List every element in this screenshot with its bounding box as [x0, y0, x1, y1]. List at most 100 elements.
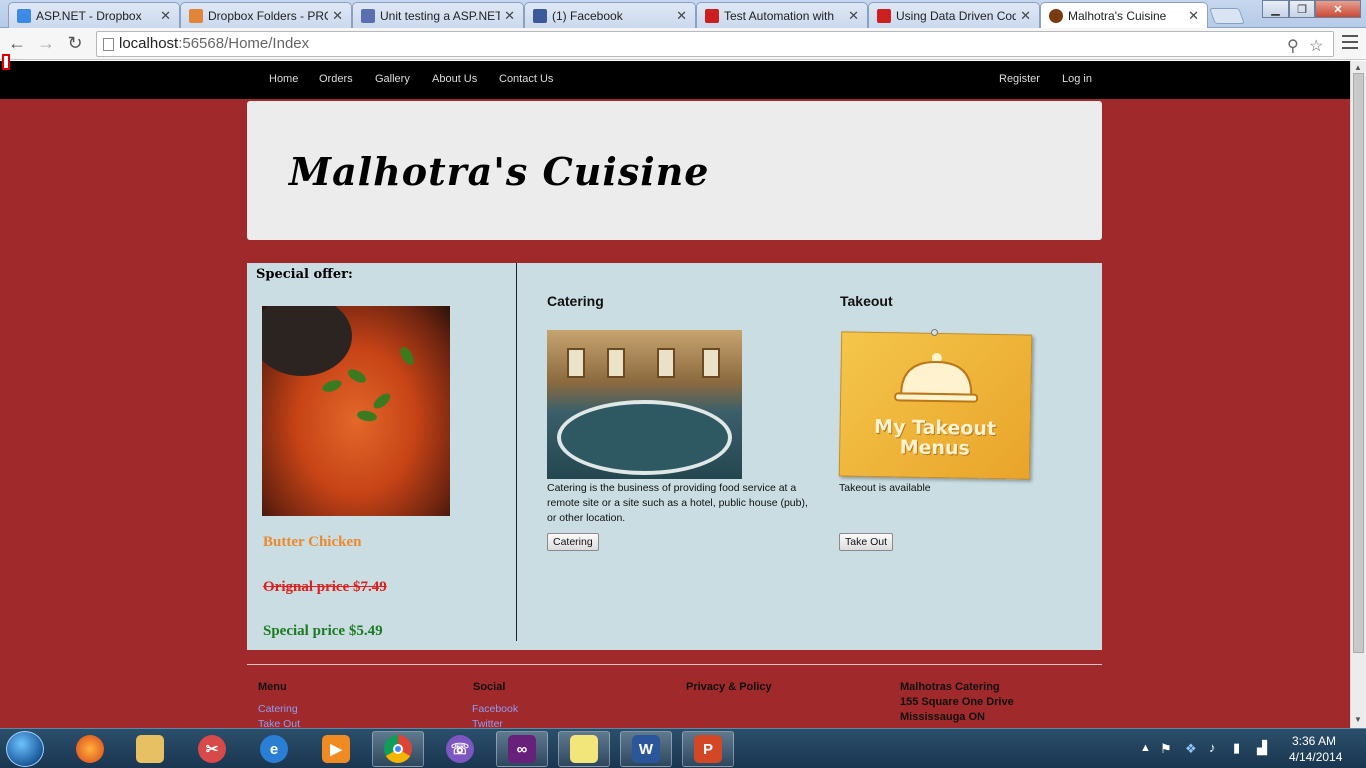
snipping-icon[interactable]: ✂: [186, 731, 238, 767]
page-icon: [103, 38, 114, 51]
bowl-shape: [262, 306, 352, 376]
close-tab-icon[interactable]: ✕: [848, 8, 859, 24]
window-shape: [702, 348, 720, 378]
start-button[interactable]: [6, 731, 44, 767]
scrollbar-thumb[interactable]: [1353, 73, 1364, 653]
nav-register[interactable]: Register: [999, 73, 1040, 85]
media-player-icon[interactable]: ▶: [310, 731, 362, 767]
footer-link-catering[interactable]: Catering: [258, 703, 298, 715]
explorer-icon[interactable]: [124, 731, 176, 767]
network-icon[interactable]: ▟: [1257, 740, 1267, 756]
flag-icon[interactable]: ⚑: [1160, 741, 1172, 757]
reload-icon[interactable]: ↻: [65, 33, 85, 54]
search-icon[interactable]: ⚲: [1287, 35, 1299, 59]
tab-title: Malhotra's Cuisine: [1068, 8, 1167, 23]
footer-link-twitter[interactable]: Twitter: [472, 718, 503, 728]
browser-tab[interactable]: Using Data Driven Coded ✕: [868, 2, 1040, 28]
volume-icon[interactable]: ♪: [1209, 740, 1216, 755]
cilantro-leaf: [371, 390, 393, 412]
close-tab-icon[interactable]: ✕: [676, 8, 687, 24]
close-tab-icon[interactable]: ✕: [1188, 8, 1199, 24]
close-tab-icon[interactable]: ✕: [1020, 8, 1031, 24]
address-bar[interactable]: localhost:56568/Home/Index ⚲ ☆: [96, 31, 1334, 57]
dropbox-tray-icon[interactable]: ❖: [1185, 741, 1197, 757]
page-viewport: Home Orders Gallery About Us Contact Us …: [0, 61, 1350, 728]
nav-orders[interactable]: Orders: [319, 73, 353, 85]
new-tab-button[interactable]: [1209, 8, 1245, 24]
firefox-icon[interactable]: [64, 731, 116, 767]
youtube-icon: [705, 8, 719, 23]
nav-home[interactable]: Home: [269, 73, 298, 85]
takeout-menus-image: My Takeout Menus: [838, 331, 1033, 480]
tab-title: Unit testing a ASP.NET: [380, 8, 501, 23]
asp-icon: [361, 8, 375, 23]
footer-address-line: 155 Square One Drive: [900, 696, 1014, 708]
tab-title: Using Data Driven Coded: [896, 8, 1016, 23]
nav-log-in[interactable]: Log in: [1062, 73, 1092, 85]
browser-tab[interactable]: Dropbox Folders - PRO ✕: [180, 2, 352, 28]
minimize-button[interactable]: ▁: [1262, 0, 1289, 18]
forward-arrow-icon[interactable]: →: [36, 33, 56, 54]
chrome-icon[interactable]: [372, 731, 424, 767]
close-tab-icon[interactable]: ✕: [160, 8, 171, 24]
battery-icon[interactable]: ▮: [1233, 740, 1240, 756]
window-close-button[interactable]: ✕: [1315, 0, 1361, 18]
butter-chicken-image: [262, 306, 450, 516]
back-arrow-icon[interactable]: ←: [7, 33, 27, 54]
cilantro-leaf: [397, 344, 417, 368]
footer-menu-heading: Menu: [258, 681, 287, 693]
takeout-button[interactable]: Take Out: [839, 533, 894, 551]
nav-contact-us[interactable]: Contact Us: [499, 73, 553, 85]
page-scrollbar[interactable]: ▲ ▼: [1350, 61, 1366, 728]
special-price: Special price $5.49: [263, 623, 383, 639]
browser-toolbar: ← → ↻ localhost:56568/Home/Index ⚲ ☆: [0, 28, 1366, 60]
ie-icon[interactable]: e: [248, 731, 300, 767]
visual-studio-icon[interactable]: ∞: [496, 731, 548, 767]
clock-time[interactable]: 3:36 AM: [1292, 734, 1336, 748]
powerpoint-icon[interactable]: P: [682, 731, 734, 767]
tray-expand-icon[interactable]: ▲: [1140, 742, 1151, 754]
cilantro-leaf: [320, 377, 344, 395]
main-content: Special offer: Butter Chicken Orignal pr…: [247, 263, 1102, 650]
browser-tab-strip: ASP.NET - Dropbox ✕ Dropbox Folders - PR…: [0, 0, 1366, 28]
browser-tab-active[interactable]: Malhotra's Cuisine ✕: [1040, 2, 1208, 28]
windows-taskbar: ✂ e ▶ ☏ ∞ W P ▲ ⚑ ❖ ♪ ▮ ▟ 3:36 AM 4/14/2…: [0, 728, 1366, 768]
footer-address-line: Malhotras Catering: [900, 681, 1000, 693]
catering-button[interactable]: Catering: [547, 533, 599, 551]
close-tab-icon[interactable]: ✕: [504, 8, 515, 24]
catering-description: Catering is the business of providing fo…: [547, 482, 808, 524]
clock-date[interactable]: 4/14/2014: [1289, 750, 1342, 764]
site-title: Malhotra's Cuisine: [289, 149, 710, 194]
takeout-image-text: My Takeout Menus: [873, 415, 997, 460]
nav-gallery[interactable]: Gallery: [375, 73, 410, 85]
footer-link-facebook[interactable]: Facebook: [472, 703, 518, 715]
word-icon[interactable]: W: [620, 731, 672, 767]
browser-tab[interactable]: Test Automation with ✕: [696, 2, 868, 28]
bookmark-star-icon[interactable]: ☆: [1309, 35, 1323, 59]
dropbox-icon: [17, 8, 31, 23]
browser-menu-icon[interactable]: [1342, 35, 1358, 49]
tab-title: Test Automation with: [724, 8, 835, 23]
site-banner: Malhotra's Cuisine: [247, 101, 1102, 240]
tab-title: Dropbox Folders - PRO: [208, 8, 329, 23]
window-shape: [607, 348, 625, 378]
maximize-button[interactable]: ❐: [1289, 0, 1315, 18]
cilantro-leaf: [345, 366, 369, 386]
site-icon: [1049, 8, 1063, 23]
browser-tab[interactable]: ASP.NET - Dropbox ✕: [8, 2, 180, 28]
sticky-notes-icon[interactable]: [558, 731, 610, 767]
close-tab-icon[interactable]: ✕: [332, 8, 343, 24]
nav-about-us[interactable]: About Us: [432, 73, 477, 85]
footer-privacy-heading[interactable]: Privacy & Policy: [686, 681, 772, 693]
facebook-icon: [533, 8, 547, 23]
browser-tab[interactable]: Unit testing a ASP.NET ✕: [352, 2, 524, 28]
footer-link-take-out[interactable]: Take Out: [258, 718, 300, 728]
site-navbar: Home Orders Gallery About Us Contact Us …: [0, 61, 1350, 99]
scroll-down-icon[interactable]: ▼: [1354, 715, 1362, 724]
tab-title: ASP.NET - Dropbox: [36, 8, 142, 23]
viber-icon[interactable]: ☏: [434, 731, 486, 767]
takeout-heading: Takeout: [840, 293, 893, 309]
browser-tab[interactable]: (1) Facebook ✕: [524, 2, 696, 28]
scroll-up-icon[interactable]: ▲: [1354, 63, 1362, 72]
special-offer-heading: Special offer:: [256, 267, 353, 282]
